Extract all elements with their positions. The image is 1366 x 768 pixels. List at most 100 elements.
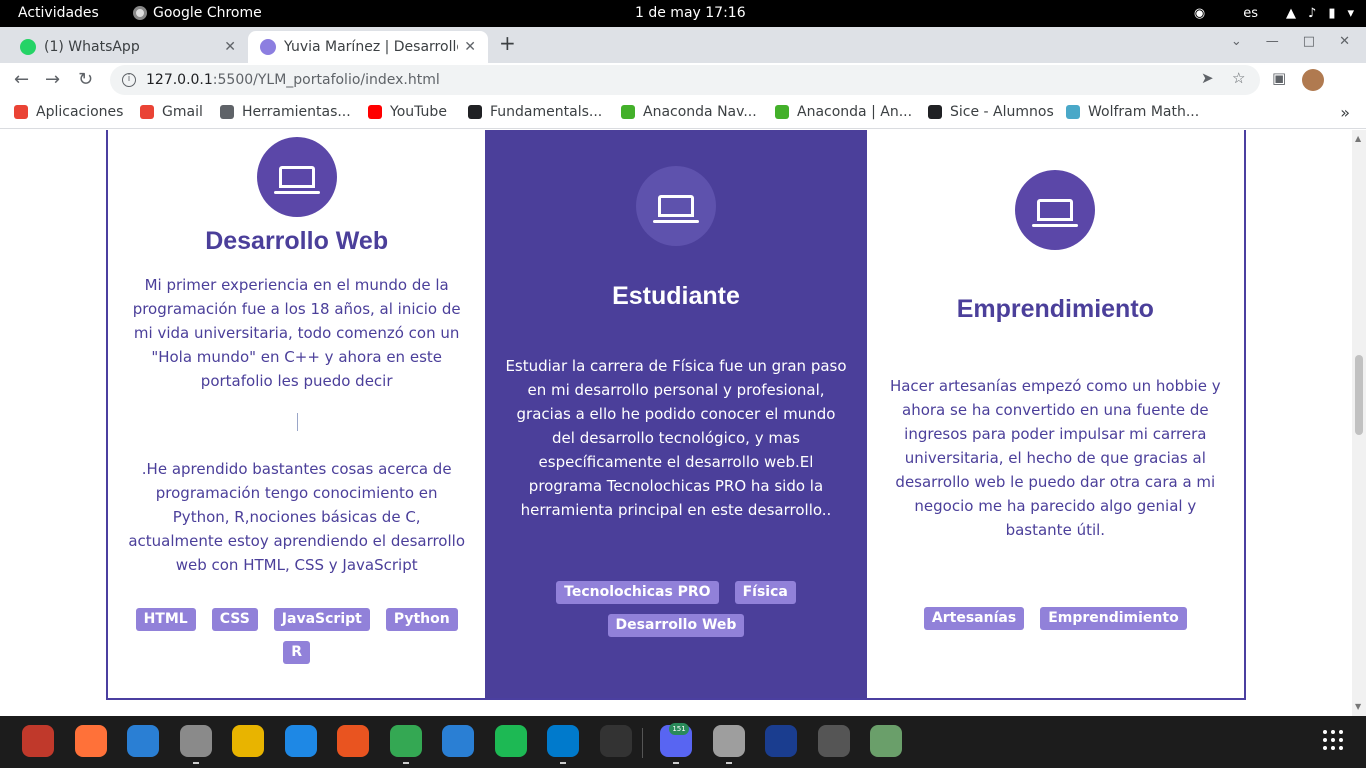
tag: Física xyxy=(734,581,796,604)
whatsapp-favicon-icon xyxy=(20,39,36,55)
bookmark-label: Anaconda | An... xyxy=(797,104,913,120)
close-tab-icon[interactable]: ✕ xyxy=(464,39,476,55)
back-icon[interactable]: ← xyxy=(14,69,29,90)
card-title: Emprendimiento xyxy=(956,295,1154,323)
minimize-icon[interactable]: — xyxy=(1266,34,1279,49)
new-tab-button[interactable]: + xyxy=(499,31,516,55)
card-desarrollo-web: Desarrollo Web Mi primer experiencia en … xyxy=(108,130,485,698)
tag: Tecnolochicas PRO xyxy=(556,581,719,604)
anaconda-icon xyxy=(775,105,789,119)
tag: Python xyxy=(385,608,458,631)
files-icon[interactable] xyxy=(179,725,212,764)
firefox-icon[interactable] xyxy=(74,725,107,757)
laptop-icon-circle xyxy=(635,166,716,246)
tag-list: HTML CSS JavaScript Python R xyxy=(128,608,465,664)
bookmark-item[interactable]: Anaconda | An... xyxy=(775,104,912,120)
page-scrollbar[interactable]: ▲ ▼ xyxy=(1352,130,1366,716)
bookmark-item[interactable]: Gmail xyxy=(140,104,203,120)
rhythmbox-icon[interactable] xyxy=(232,725,264,757)
tag-list: Tecnolochicas PRO Física Desarrollo Web xyxy=(505,581,846,637)
screenshot-app-icon[interactable] xyxy=(22,725,54,757)
bookmark-label: Fundamentals... xyxy=(490,104,603,120)
bookmark-label: Herramientas... xyxy=(242,104,351,120)
volume-icon[interactable]: ♪ xyxy=(1308,6,1316,21)
browser-toolbar: ← → ↻ i 127.0.0.1:5500/YLM_portafolio/in… xyxy=(0,63,1366,97)
bookmark-label: YouTube xyxy=(390,104,447,120)
scroll-up-icon[interactable]: ▲ xyxy=(1355,134,1361,143)
close-window-icon[interactable]: ✕ xyxy=(1339,34,1350,49)
maximize-icon[interactable]: □ xyxy=(1303,34,1315,49)
anaconda-icon xyxy=(621,105,635,119)
tag: R xyxy=(283,641,311,664)
tab-portfolio[interactable]: Yuvia Marínez | Desarrollo ✕ xyxy=(248,31,488,63)
kicad-icon[interactable] xyxy=(765,725,797,757)
spotify-icon[interactable] xyxy=(494,725,527,757)
tab-title: Yuvia Marínez | Desarrollo xyxy=(284,39,459,55)
address-bar[interactable]: i 127.0.0.1:5500/YLM_portafolio/index.ht… xyxy=(110,65,1260,95)
app-menu[interactable]: Google Chrome xyxy=(133,5,262,21)
terminal-icon[interactable] xyxy=(599,725,632,757)
scroll-thumb[interactable] xyxy=(1355,355,1363,435)
tab-strip: (1) WhatsApp ✕ Yuvia Marínez | Desarroll… xyxy=(0,27,1366,63)
bookmark-item[interactable]: Wolfram Math... xyxy=(1066,104,1199,120)
image-viewer-icon[interactable] xyxy=(712,725,745,764)
card-text: Hacer artesanías empezó como un hobbie y… xyxy=(889,377,1221,539)
card-text: Mi primer experiencia en el mundo de la … xyxy=(132,276,461,390)
writer-icon[interactable] xyxy=(284,725,317,757)
text-cursor xyxy=(297,413,298,431)
youtube-icon xyxy=(368,105,382,119)
tag: Artesanías xyxy=(923,607,1025,630)
help-icon[interactable] xyxy=(442,725,474,757)
window-controls: ⌄ — □ ✕ xyxy=(1231,34,1350,49)
more-bookmarks-icon[interactable]: » xyxy=(1340,103,1350,122)
system-tray[interactable]: ◉ es ▲ ♪ ▮ ▾ xyxy=(1194,0,1366,27)
site-info-icon[interactable]: i xyxy=(122,73,136,87)
thunderbird-icon[interactable] xyxy=(127,725,159,757)
bookmark-label: Sice - Alumnos xyxy=(950,104,1054,120)
power-menu-icon[interactable]: ▾ xyxy=(1347,6,1354,21)
reload-icon[interactable]: ↻ xyxy=(78,69,93,90)
chrome-icon[interactable] xyxy=(389,725,422,764)
bookmark-item[interactable]: Sice - Alumnos xyxy=(928,104,1054,120)
bookmark-item[interactable]: YouTube xyxy=(368,104,447,120)
bookmark-star-icon[interactable]: ☆ xyxy=(1232,69,1245,87)
apps-grid-icon xyxy=(14,105,28,119)
bookmark-item[interactable]: Herramientas... xyxy=(220,104,351,120)
tab-search-icon[interactable]: ⌄ xyxy=(1231,34,1242,49)
laptop-icon-circle xyxy=(256,137,337,217)
bookmark-label: Anaconda Nav... xyxy=(643,104,757,120)
app-name: Google Chrome xyxy=(153,5,262,21)
tab-whatsapp[interactable]: (1) WhatsApp ✕ xyxy=(8,31,248,63)
tab-title: (1) WhatsApp xyxy=(44,39,140,55)
battery-icon[interactable]: ▮ xyxy=(1328,6,1335,21)
profile-avatar[interactable] xyxy=(1302,69,1324,91)
side-panel-icon[interactable]: ▣ xyxy=(1272,69,1286,87)
language-indicator[interactable]: es xyxy=(1243,6,1258,21)
laptop-icon-circle xyxy=(1015,170,1096,250)
tag: CSS xyxy=(211,608,258,631)
activities-button[interactable]: Actividades xyxy=(18,5,99,21)
scroll-down-icon[interactable]: ▼ xyxy=(1355,702,1361,711)
show-applications-icon[interactable] xyxy=(1323,730,1343,750)
close-tab-icon[interactable]: ✕ xyxy=(224,39,236,55)
clock[interactable]: 1 de may 17:16 xyxy=(635,5,746,21)
forward-icon[interactable]: → xyxy=(45,69,60,90)
portfolio-favicon-icon xyxy=(260,39,276,55)
url-host: 127.0.0.1 xyxy=(146,72,213,88)
bookmark-item[interactable]: Fundamentals... xyxy=(468,104,602,120)
trash-icon[interactable] xyxy=(870,725,902,757)
discord-tray-icon[interactable]: ◉ xyxy=(1194,6,1205,21)
bookmark-label: Aplicaciones xyxy=(36,104,124,120)
ssd-drive-icon[interactable] xyxy=(817,725,850,757)
wifi-icon[interactable]: ▲ xyxy=(1286,6,1296,21)
folder-icon xyxy=(220,105,234,119)
software-center-icon[interactable] xyxy=(337,725,369,757)
bookmark-item[interactable]: Aplicaciones xyxy=(14,104,123,120)
bookmark-item[interactable]: Anaconda Nav... xyxy=(621,104,757,120)
notification-badge: 151 xyxy=(669,723,689,735)
bookmark-label: Gmail xyxy=(162,104,203,120)
vscode-icon[interactable] xyxy=(547,725,579,764)
tag: Desarrollo Web xyxy=(607,614,745,637)
share-icon[interactable]: ➤ xyxy=(1201,69,1214,87)
card-title: Estudiante xyxy=(612,282,740,310)
